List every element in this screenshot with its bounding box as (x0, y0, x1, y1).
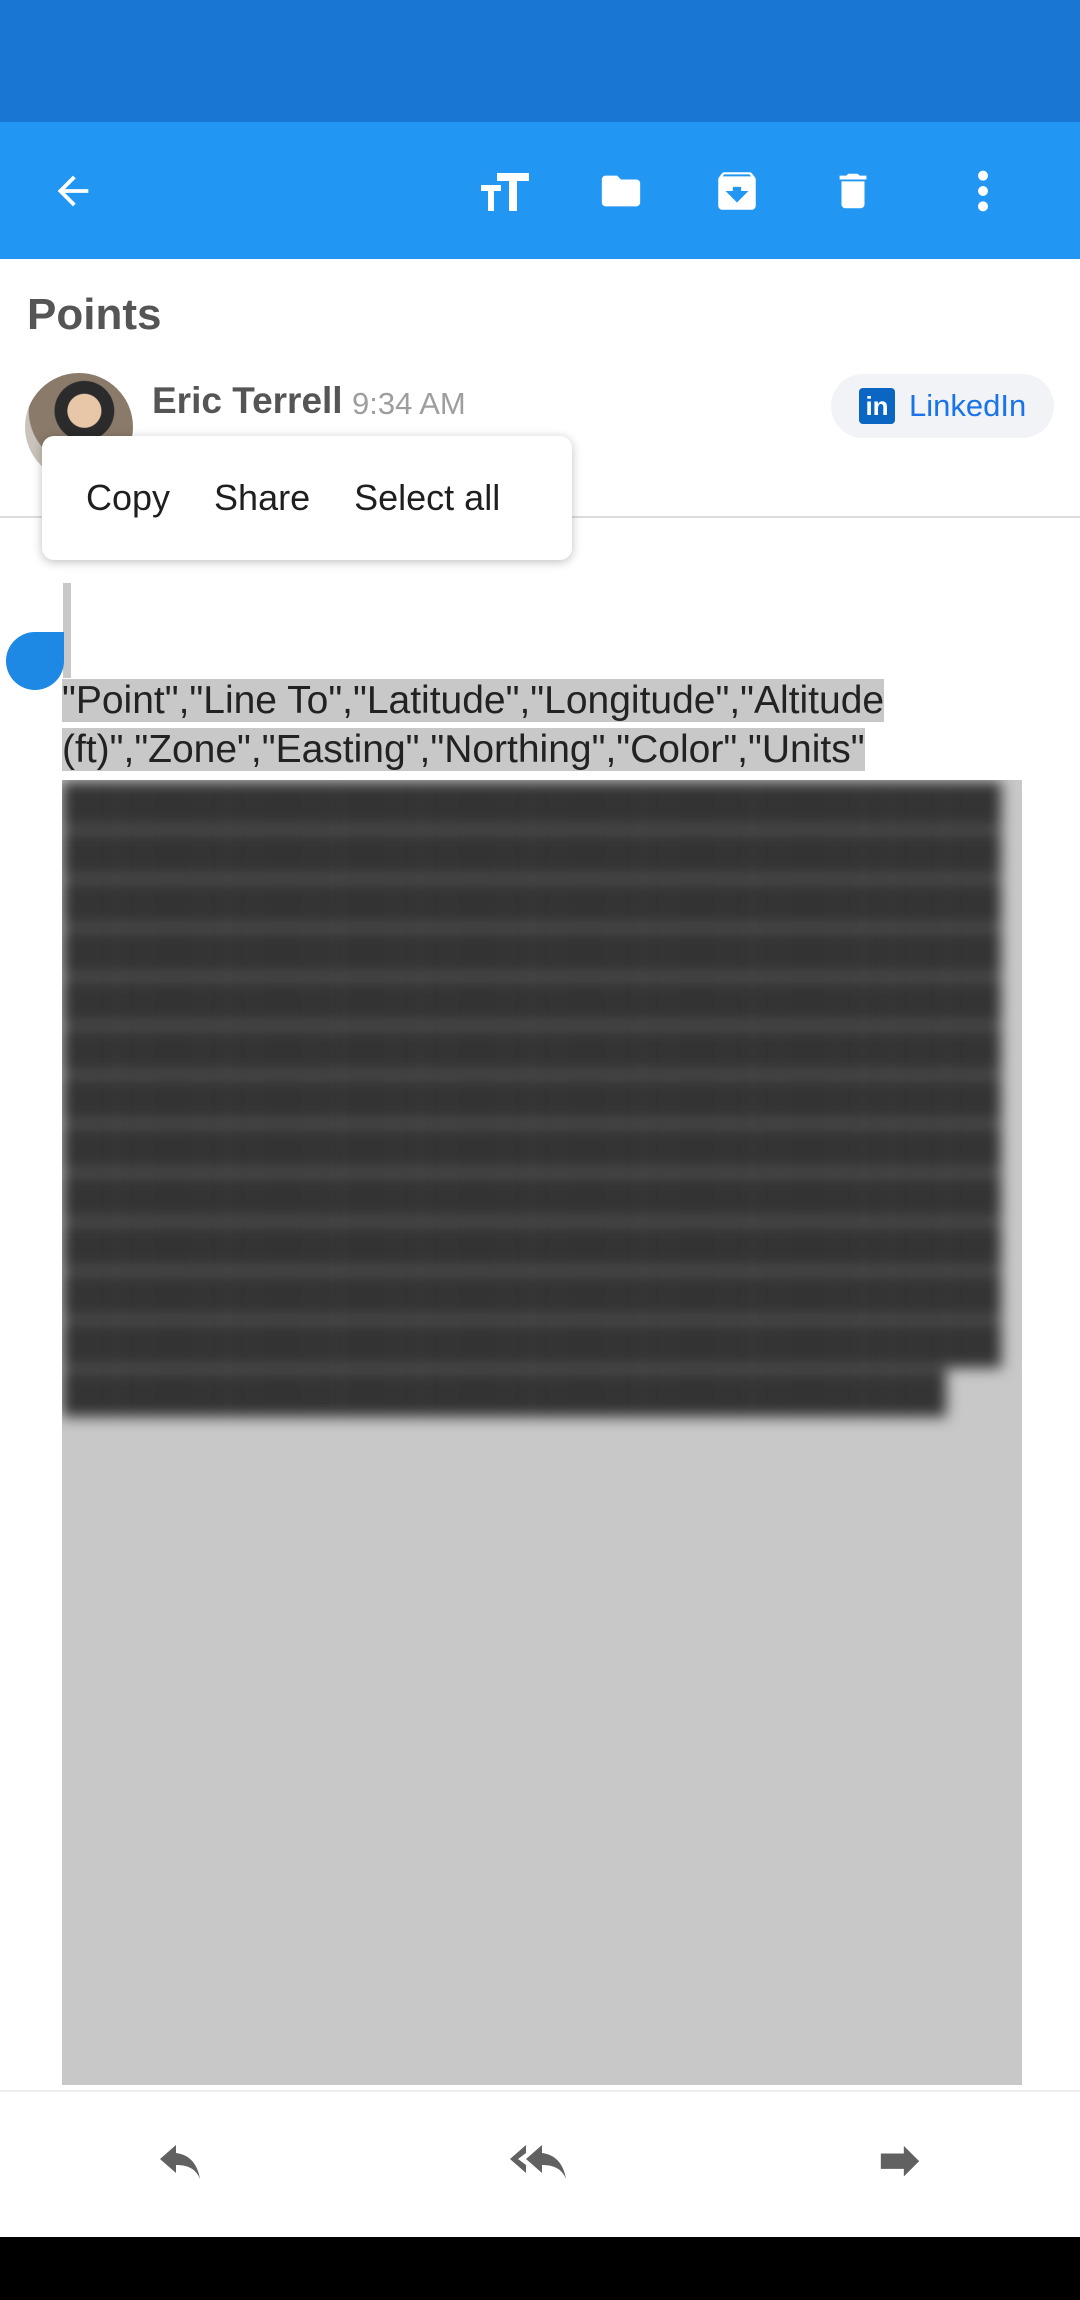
blurred-body-content: ████████████████████████████████████████… (62, 780, 1022, 2085)
trash-icon[interactable] (818, 156, 888, 226)
copy-menu-item[interactable]: Copy (42, 477, 192, 519)
reply-icon[interactable] (140, 2130, 220, 2200)
selection-handle[interactable] (6, 632, 64, 690)
blurred-placeholder-text: ████████████████████████████████████████… (62, 783, 1002, 1414)
text-selection-menu: Copy Share Select all (42, 436, 572, 560)
status-bar (0, 0, 1080, 122)
bottom-action-bar (0, 2090, 1080, 2239)
linkedin-button[interactable]: in LinkedIn (831, 374, 1054, 438)
more-vert-icon[interactable] (948, 156, 1018, 226)
text-size-icon[interactable] (470, 156, 540, 226)
sender-name[interactable]: Eric Terrell (152, 380, 343, 422)
linkedin-label: LinkedIn (909, 388, 1027, 423)
folder-icon[interactable] (586, 156, 656, 226)
select-all-menu-item[interactable]: Select all (332, 477, 522, 519)
timestamp: 9:34 AM (352, 386, 466, 421)
forward-icon[interactable] (860, 2130, 940, 2200)
system-navigation-bar (0, 2237, 1080, 2300)
toolbar (0, 122, 1080, 259)
email-body-first-line: "Point","Line To","Latitude","Longitude"… (62, 676, 1022, 774)
reply-all-icon[interactable] (500, 2130, 580, 2200)
selection-cursor (63, 583, 71, 678)
email-subject: Points (27, 290, 162, 339)
selected-text: "Point","Line To","Latitude","Longitude"… (62, 679, 885, 771)
back-arrow-icon[interactable] (38, 156, 108, 226)
share-menu-item[interactable]: Share (192, 477, 332, 519)
linkedin-icon: in (859, 388, 895, 424)
archive-icon[interactable] (702, 156, 772, 226)
